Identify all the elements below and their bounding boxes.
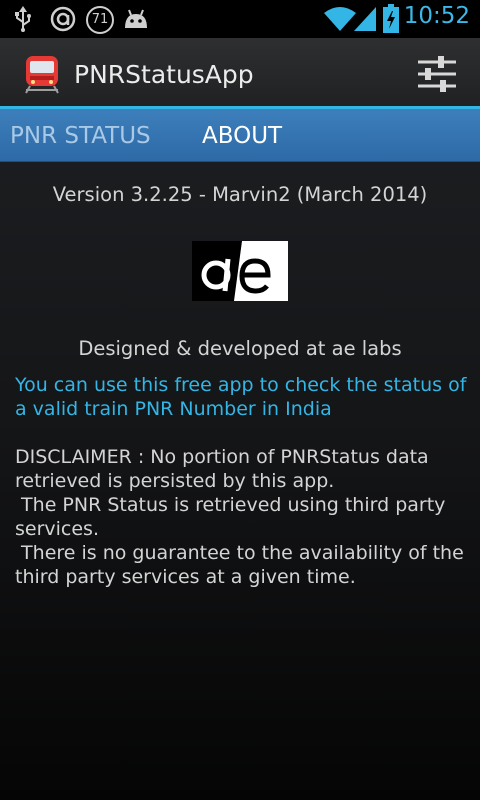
app-notification-icon bbox=[50, 6, 76, 32]
usb-icon bbox=[15, 6, 31, 32]
action-bar: PNRStatusApp bbox=[0, 38, 480, 109]
signal-icon bbox=[354, 7, 376, 31]
battery-charging-icon bbox=[383, 4, 399, 33]
android-icon bbox=[125, 9, 147, 28]
tab-bar: PNR STATUS ABOUT bbox=[0, 109, 480, 162]
status-bar: 71 10:52 bbox=[0, 0, 480, 38]
ae-labs-logo bbox=[192, 241, 288, 301]
tab-pnr-status[interactable]: PNR STATUS bbox=[10, 123, 151, 149]
tab-about[interactable]: ABOUT bbox=[202, 123, 282, 149]
designed-by-text: Designed & developed at ae labs bbox=[78, 337, 402, 360]
train-icon[interactable] bbox=[22, 54, 62, 94]
app-title: PNRStatusApp bbox=[74, 60, 254, 89]
badge-count-text: 71 bbox=[91, 12, 109, 27]
badge-count-icon: 71 bbox=[86, 6, 114, 34]
status-clock: 10:52 bbox=[403, 3, 470, 29]
app-description: You can use this free app to check the s… bbox=[15, 374, 467, 420]
disclaimer-text: DISCLAIMER : No portion of PNRStatus dat… bbox=[15, 446, 464, 588]
version-text: Version 3.2.25 - Marvin2 (March 2014) bbox=[52, 183, 428, 206]
settings-sliders-icon[interactable] bbox=[416, 54, 458, 94]
